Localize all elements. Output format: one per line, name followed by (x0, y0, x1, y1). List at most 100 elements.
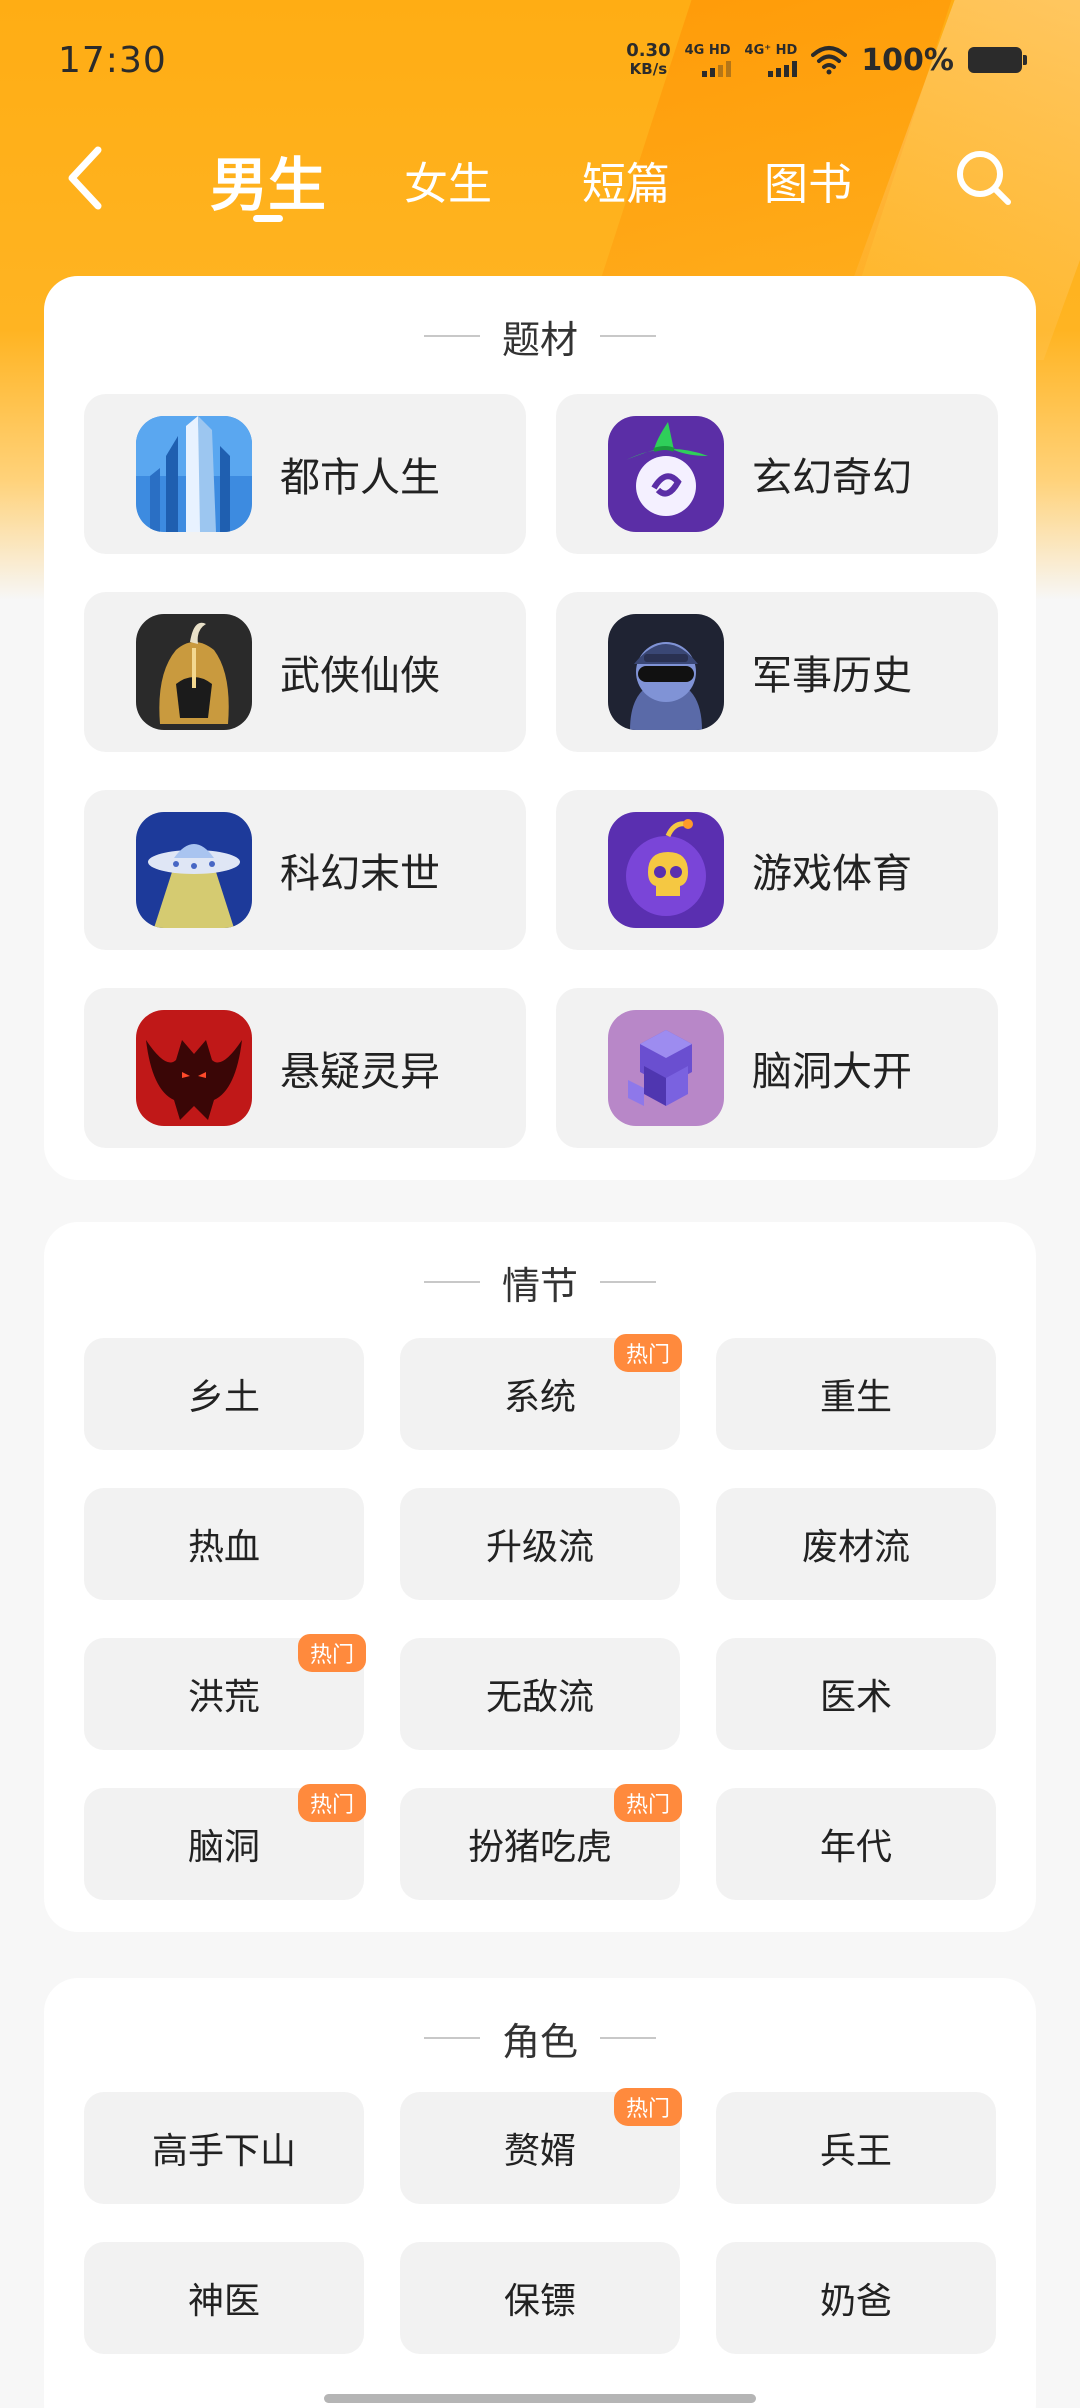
skull-bomb-icon (608, 812, 724, 928)
tag-pill[interactable]: 赘婿 热门 (400, 2088, 682, 2204)
tab-short[interactable]: 短篇 (582, 120, 670, 240)
tag-pill[interactable]: 扮猪吃虎 热门 (400, 1784, 682, 1900)
genre-wuxia-label: 武侠仙侠 (280, 653, 440, 699)
genre-fantasy-label: 玄幻奇幻 (752, 455, 912, 501)
status-indicators: 0.30 KB/s 4G HD 4G⁺ HD 100% (626, 40, 1027, 79)
network-speed-value: 0.30 (626, 40, 671, 61)
genre-fantasy[interactable]: 玄幻奇幻 (556, 394, 998, 554)
tag-pill[interactable]: 废材流 (716, 1488, 996, 1600)
tag-label: 赘婿 (503, 2131, 576, 2172)
genre-mystery-label: 悬疑灵异 (280, 1049, 440, 1095)
tag-label: 系统 (503, 1377, 576, 1418)
tab-female[interactable]: 女生 (404, 120, 492, 240)
search-button[interactable] (954, 148, 1014, 208)
role-section-title: 角色 (44, 1978, 1036, 2098)
tag-pill[interactable]: 医术 (716, 1638, 996, 1750)
genre-games-sports-label: 游戏体育 (752, 851, 912, 897)
warrior-helmet-icon (136, 614, 252, 730)
genre-mystery[interactable]: 悬疑灵异 (84, 988, 526, 1148)
tag-label: 废材流 (801, 1527, 910, 1568)
tag-label: 脑洞 (187, 1827, 260, 1868)
tag-label: 热血 (187, 1527, 260, 1568)
cubes-icon (608, 1010, 724, 1126)
tag-label: 高手下山 (151, 2131, 296, 2172)
chevron-left-icon (68, 146, 102, 210)
tag-pill[interactable]: 无敌流 (400, 1638, 680, 1750)
hot-badge: 热门 (613, 1784, 682, 1822)
plot-title-text: 情节 (501, 1263, 578, 1308)
role-title-text: 角色 (501, 2019, 578, 2064)
tab-short-label: 短篇 (582, 159, 670, 210)
tag-pill[interactable]: 脑洞 热门 (84, 1784, 366, 1900)
tag-pill[interactable]: 保镖 (400, 2242, 680, 2354)
genre-military-label: 军事历史 (752, 653, 912, 699)
tag-pill[interactable]: 神医 (84, 2242, 364, 2354)
tag-pill[interactable]: 高手下山 (84, 2092, 364, 2204)
role-card: 角色 高手下山 赘婿 热门 兵王 神医 保镖 奶爸 (44, 1978, 1036, 2408)
battery-icon (968, 47, 1027, 73)
genre-imaginative-label: 脑洞大开 (752, 1049, 912, 1095)
tag-label: 洪荒 (187, 1677, 260, 1718)
tag-label: 兵王 (819, 2131, 892, 2172)
tag-label: 医术 (819, 1677, 892, 1718)
tag-label: 无敌流 (485, 1677, 594, 1718)
genre-scifi-label: 科幻末世 (280, 851, 440, 897)
genre-imaginative[interactable]: 脑洞大开 (556, 988, 998, 1148)
tag-label: 年代 (819, 1827, 892, 1868)
tag-label: 保镖 (503, 2281, 576, 2322)
status-bar: 17:30 0.30 KB/s 4G HD 4G⁺ HD 100% (0, 0, 1080, 120)
genre-military[interactable]: 军事历史 (556, 592, 998, 752)
ufo-icon (136, 812, 252, 928)
city-skyscraper-icon (136, 416, 252, 532)
hot-badge: 热门 (613, 1334, 682, 1372)
tag-pill[interactable]: 乡土 (84, 1338, 364, 1450)
sim2-signal-icon: 4G⁺ HD (744, 42, 798, 77)
tab-books[interactable]: 图书 (764, 120, 852, 240)
battery-percent: 100% (861, 42, 954, 78)
hot-badge: 热门 (297, 1784, 366, 1822)
tag-pill[interactable]: 热血 (84, 1488, 364, 1600)
plot-card: 情节 乡土 系统 热门 重生 热血 升级流 废材流 洪荒 热门 无敌流 医术 脑洞 热门 扮猪吃虎 热门 年代 (44, 1222, 1036, 1932)
tag-pill[interactable]: 升级流 (400, 1488, 680, 1600)
demon-icon (136, 1010, 252, 1126)
home-indicator[interactable] (324, 2394, 756, 2403)
status-time: 17:30 (58, 39, 167, 81)
tag-pill[interactable]: 重生 (716, 1338, 996, 1450)
top-nav: 男生 女生 短篇 图书 (0, 120, 1080, 240)
sim1-label: 4G HD (684, 42, 731, 58)
genre-games-sports[interactable]: 游戏体育 (556, 790, 998, 950)
genre-scifi[interactable]: 科幻末世 (84, 790, 526, 950)
genre-city-label: 都市人生 (280, 455, 440, 501)
plot-section-title: 情节 (44, 1222, 1036, 1342)
soldier-helmet-icon (608, 614, 724, 730)
hot-badge: 热门 (613, 2088, 682, 2126)
theme-title-text: 题材 (501, 317, 578, 362)
tag-pill[interactable]: 年代 (716, 1788, 996, 1900)
hot-badge: 热门 (297, 1634, 366, 1672)
tag-label: 奶爸 (819, 2281, 892, 2322)
tag-label: 扮猪吃虎 (467, 1827, 612, 1868)
tag-pill[interactable]: 系统 热门 (400, 1334, 682, 1450)
tag-label: 乡土 (187, 1377, 260, 1418)
witch-hat-orb-icon (608, 416, 724, 532)
back-button[interactable] (62, 134, 122, 222)
theme-section-title: 题材 (44, 276, 1036, 396)
genre-wuxia[interactable]: 武侠仙侠 (84, 592, 526, 752)
tab-male-label: 男生 (210, 151, 327, 219)
sim2-label: 4G⁺ HD (744, 42, 798, 58)
sim1-signal-icon: 4G HD (684, 42, 731, 77)
tag-pill[interactable]: 洪荒 热门 (84, 1634, 366, 1750)
genre-city[interactable]: 都市人生 (84, 394, 526, 554)
network-speed: 0.30 KB/s (626, 40, 671, 79)
tab-male[interactable]: 男生 (210, 120, 326, 240)
theme-card: 题材 都市人生 玄幻奇幻 武侠仙侠 军事历史 科幻末世 游戏体育 悬疑灵异 脑洞… (44, 276, 1036, 1180)
tag-pill[interactable]: 奶爸 (716, 2242, 996, 2354)
tab-books-label: 图书 (764, 159, 852, 210)
network-speed-unit: KB/s (629, 60, 668, 78)
tag-label: 升级流 (485, 1527, 594, 1568)
tag-pill[interactable]: 兵王 (716, 2092, 996, 2204)
tag-label: 神医 (187, 2281, 260, 2322)
search-icon (957, 151, 1011, 205)
tag-label: 重生 (819, 1377, 892, 1418)
wifi-icon (811, 46, 848, 75)
